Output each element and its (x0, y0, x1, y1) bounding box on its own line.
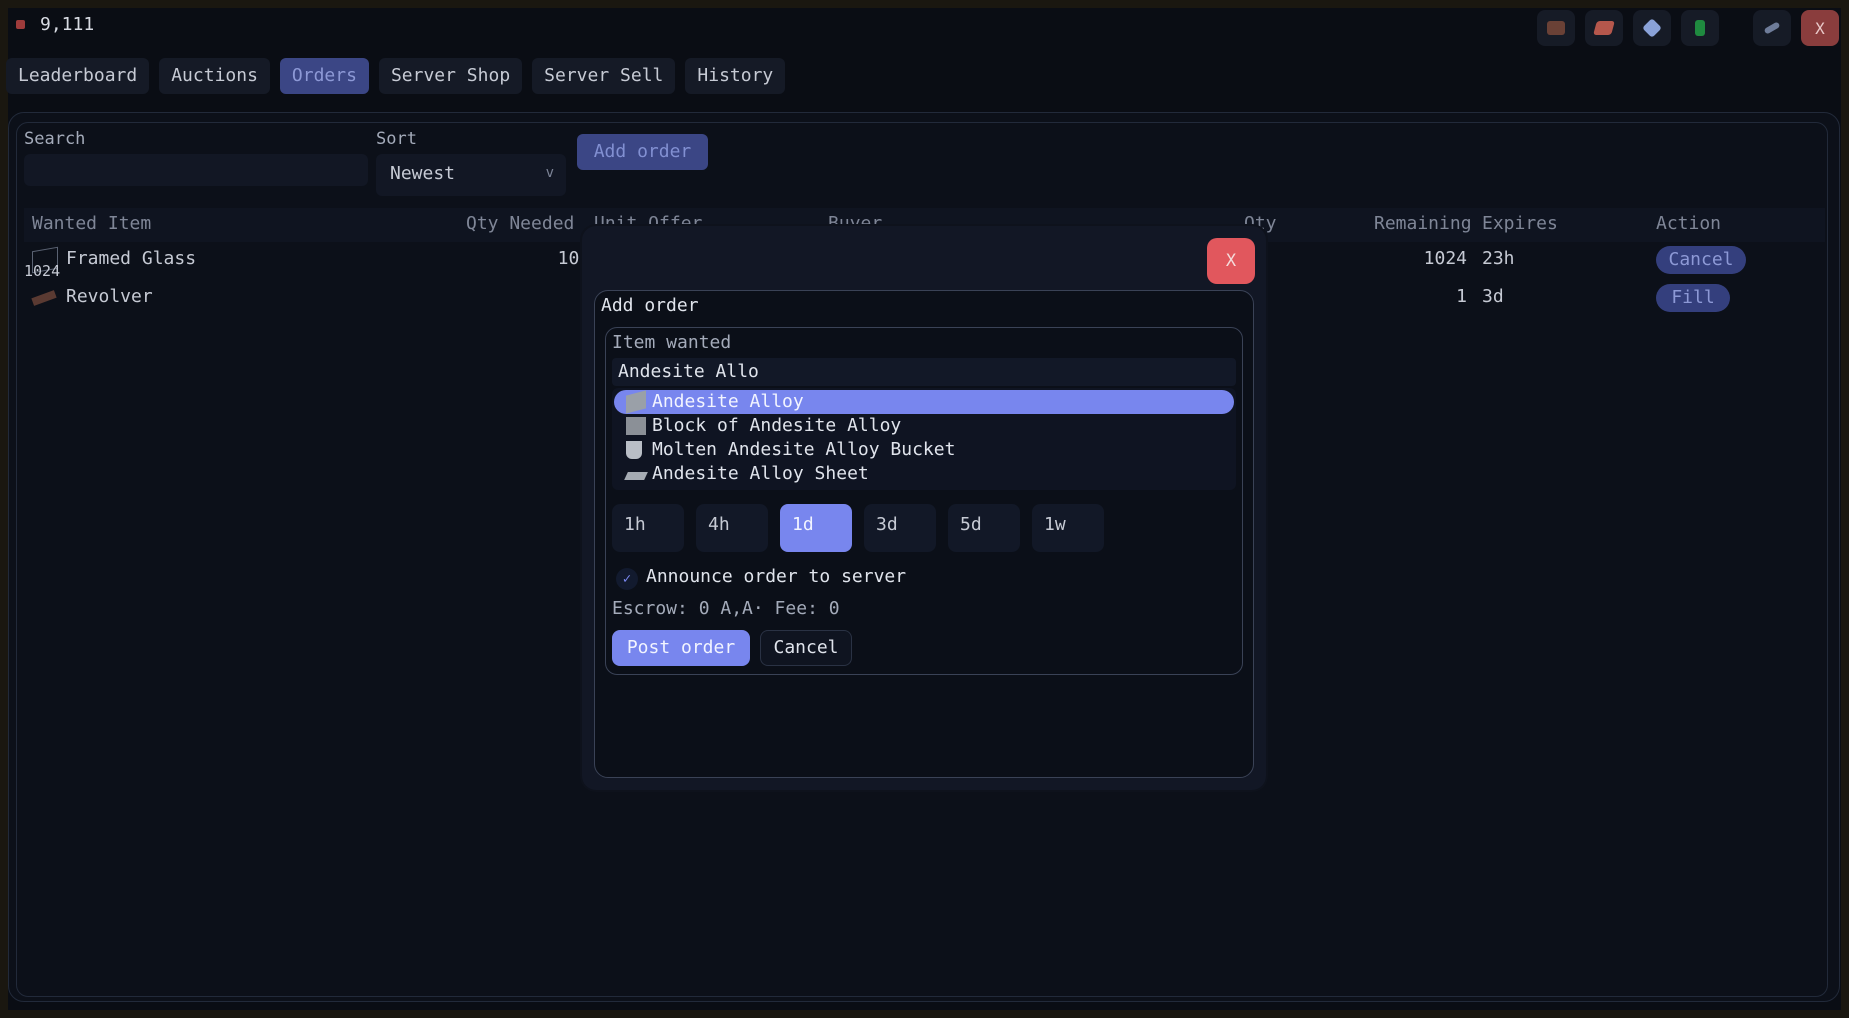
announce-toggle[interactable]: ✓ Announce order to server (612, 564, 1112, 592)
dialog-body: Add order Item wanted Andesite Allo Ande… (594, 290, 1254, 778)
dialog-title: Add order (601, 295, 699, 316)
duration-options: 1h 4h 1d 3d 5d 1w (612, 504, 1104, 552)
search-input[interactable] (24, 154, 368, 186)
col-wanted-item: Wanted Item (32, 213, 152, 234)
remaining: 1 (1456, 286, 1467, 307)
andesite-alloy-icon (626, 390, 646, 414)
add-order-button[interactable]: Add order (577, 134, 708, 170)
duration-4h[interactable]: 4h (696, 504, 768, 552)
order-form: Item wanted Andesite Allo Andesite Alloy… (605, 327, 1243, 675)
boots-icon[interactable] (1537, 10, 1575, 46)
item-results-list: Andesite Alloy Block of Andesite Alloy M… (612, 388, 1236, 490)
duration-3d[interactable]: 3d (864, 504, 936, 552)
result-label: Block of Andesite Alloy (652, 415, 902, 436)
escrow-fee-text: Escrow: 0 A,A· Fee: 0 (612, 598, 840, 619)
tab-leaderboard[interactable]: Leaderboard (6, 58, 150, 94)
search-label: Search (24, 129, 86, 149)
bucket-icon (626, 441, 642, 459)
duration-5d[interactable]: 5d (948, 504, 1020, 552)
tab-server-sell[interactable]: Server Sell (532, 58, 676, 94)
item-search-value: Andesite Allo (618, 361, 759, 382)
close-icon: X (1815, 18, 1825, 38)
duration-1h[interactable]: 1h (612, 504, 684, 552)
duration-1w[interactable]: 1w (1032, 504, 1104, 552)
top-bar: 9,111 X (10, 8, 1839, 48)
col-qty-needed: Qty Needed (466, 213, 575, 234)
sort-select[interactable]: Newest v (376, 154, 566, 196)
tab-auctions[interactable]: Auctions (159, 58, 270, 94)
window-close-button[interactable]: X (1801, 10, 1839, 46)
cancel-button[interactable]: Cancel (760, 630, 852, 666)
expires: 23h (1482, 248, 1515, 269)
wrench-icon[interactable] (1753, 10, 1791, 46)
item-search-input[interactable]: Andesite Allo (612, 358, 1236, 386)
cancel-order-button[interactable]: Cancel (1656, 246, 1746, 274)
tab-history[interactable]: History (685, 58, 786, 94)
item-name: Revolver (66, 286, 153, 307)
result-andesite-alloy-sheet[interactable]: Andesite Alloy Sheet (614, 462, 1234, 486)
item-count-badge: 1024 (24, 262, 61, 280)
add-order-dialog: X Add order Item wanted Andesite Allo An… (582, 226, 1266, 790)
expires: 3d (1482, 286, 1504, 307)
balance-value: 9,111 (40, 14, 95, 35)
result-andesite-alloy[interactable]: Andesite Alloy (614, 390, 1234, 414)
result-block-of-andesite-alloy[interactable]: Block of Andesite Alloy (614, 414, 1234, 438)
sheet-icon (624, 472, 648, 480)
announce-label: Announce order to server (646, 566, 907, 587)
col-expires: Expires (1482, 213, 1558, 234)
coin-icon (16, 20, 25, 29)
compass-star-icon[interactable] (1633, 10, 1671, 46)
col-action: Action (1656, 213, 1722, 234)
item-name: Framed Glass (66, 248, 197, 269)
sort-value: Newest (390, 163, 456, 184)
chevron-down-icon: v (545, 165, 554, 181)
tab-server-shop[interactable]: Server Shop (378, 58, 523, 94)
tab-orders[interactable]: Orders (279, 58, 369, 94)
result-molten-andesite-alloy-bucket[interactable]: Molten Andesite Alloy Bucket (614, 438, 1234, 462)
brick-icon[interactable] (1585, 10, 1623, 46)
revolver-icon (31, 290, 57, 306)
emerald-icon[interactable] (1681, 10, 1719, 46)
result-label: Andesite Alloy (652, 391, 804, 412)
item-wanted-label: Item wanted (612, 332, 732, 353)
sort-label: Sort (376, 129, 417, 149)
fill-order-button[interactable]: Fill (1656, 284, 1730, 312)
post-order-button[interactable]: Post order (612, 630, 750, 666)
checkmark-icon: ✓ (616, 568, 638, 590)
col-remaining: Remaining (1374, 213, 1472, 234)
duration-1d[interactable]: 1d (780, 504, 852, 552)
andesite-block-icon (626, 417, 646, 435)
result-label: Andesite Alloy Sheet (652, 463, 869, 484)
result-label: Molten Andesite Alloy Bucket (652, 439, 956, 460)
remaining: 1024 (1423, 248, 1467, 269)
dialog-close-button[interactable]: X (1207, 238, 1255, 284)
main-tabs: Leaderboard Auctions Orders Server Shop … (6, 58, 786, 94)
top-icon-group: X (1537, 10, 1839, 46)
